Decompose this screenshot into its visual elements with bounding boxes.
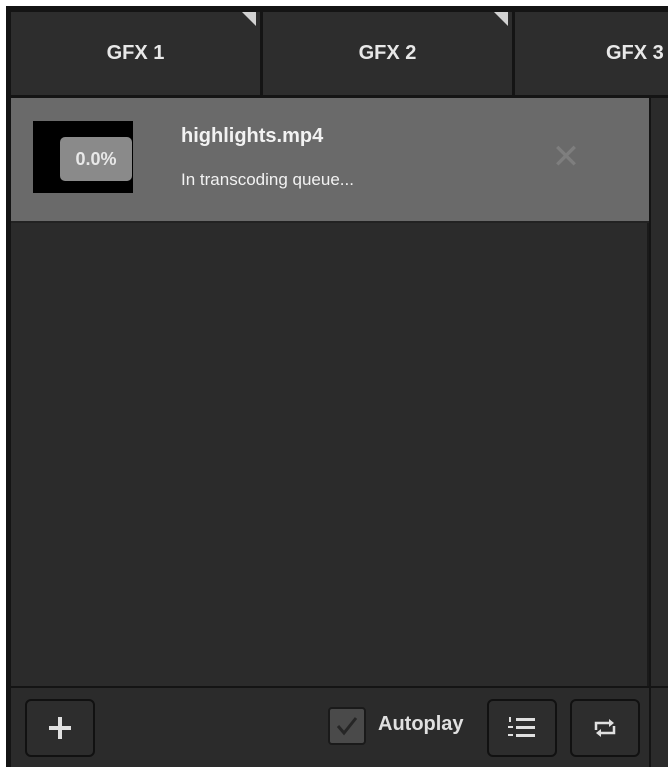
- tab-bar: GFX 1 GFX 2 GFX 3: [6, 6, 668, 98]
- checkmark-icon: [336, 717, 358, 736]
- tab-corner-indicator-icon: [242, 12, 256, 26]
- numbered-list-icon: [508, 717, 535, 737]
- tab-corner-indicator-icon: [494, 12, 508, 26]
- plus-icon: [49, 717, 71, 739]
- gfx-panel: GFX 1 GFX 2 GFX 3 0.0% highlights.mp4 In…: [6, 6, 668, 767]
- playlist: 0.0% highlights.mp4 In transcoding queue…: [11, 98, 649, 686]
- tab-gfx-2[interactable]: GFX 2: [263, 12, 512, 95]
- tab-label: GFX 3: [606, 42, 664, 64]
- item-status: In transcoding queue...: [181, 170, 354, 189]
- item-filename: highlights.mp4: [181, 125, 324, 147]
- loop-button[interactable]: [570, 699, 640, 757]
- adjacent-panel-edge: [651, 98, 668, 686]
- adjacent-panel-edge: [651, 688, 668, 767]
- tab-gfx-3[interactable]: GFX 3: [515, 12, 668, 95]
- transcode-progress-badge: 0.0%: [60, 137, 132, 181]
- autoplay-label[interactable]: Autoplay: [378, 713, 464, 736]
- autoplay-checkbox[interactable]: [328, 707, 366, 745]
- loop-icon: [594, 719, 616, 737]
- tab-gfx-1[interactable]: GFX 1: [11, 12, 260, 95]
- add-media-button[interactable]: [25, 699, 95, 757]
- tab-label: GFX 1: [106, 42, 165, 64]
- item-thumbnail: 0.0%: [33, 121, 133, 193]
- playlist-mode-button[interactable]: [487, 699, 557, 757]
- playlist-item[interactable]: 0.0% highlights.mp4 In transcoding queue…: [11, 98, 649, 223]
- tab-label: GFX 2: [358, 42, 417, 64]
- close-icon: ✕: [551, 138, 581, 176]
- bottom-toolbar: Autoplay: [11, 688, 649, 767]
- remove-item-button[interactable]: ✕: [551, 140, 581, 174]
